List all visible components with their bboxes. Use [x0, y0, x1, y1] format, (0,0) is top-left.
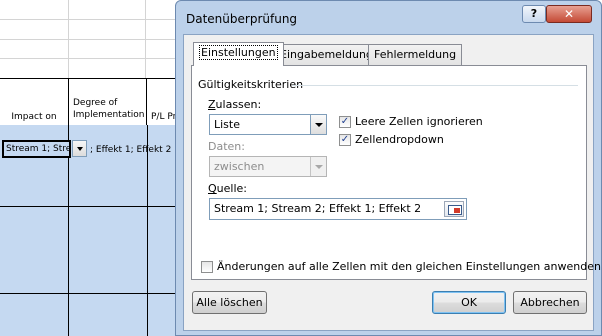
range-select-icon[interactable] [444, 201, 464, 217]
settings-panel: Gültigkeitskriterien Zulassen: Liste ✓ L… [191, 65, 587, 280]
grid-line [145, 0, 146, 78]
cell-dropdown-arrow[interactable] [72, 140, 87, 157]
allow-select-value: Liste [214, 118, 240, 131]
cell-border [147, 125, 148, 336]
data-select[interactable]: zwischen [209, 156, 327, 177]
data-select-value: zwischen [214, 160, 265, 173]
sheet-grid-top [0, 0, 175, 78]
in-cell-dropdown-checkbox[interactable]: ✓ [339, 134, 351, 146]
apply-all-checkbox[interactable] [201, 261, 213, 273]
grid-line [0, 39, 175, 40]
tab-settings[interactable]: Einstellungen [193, 42, 284, 66]
dialog-titlebar[interactable]: Datenüberprüfung ? ✕ [176, 1, 601, 35]
source-input[interactable]: Stream 1; Stream 2; Effekt 1; Effekt 2 [209, 198, 467, 220]
source-label: Quelle: [208, 182, 247, 195]
chevron-down-icon[interactable] [310, 115, 326, 134]
in-cell-dropdown-label[interactable]: Zellendropdown [355, 133, 444, 146]
criteria-group-label: Gültigkeitskriterien [198, 78, 304, 91]
cell-border [0, 293, 175, 294]
cell-border [0, 206, 175, 207]
apply-all-label[interactable]: Änderungen auf alle Zellen mit den gleic… [217, 260, 601, 273]
clear-all-button[interactable]: Alle löschen [192, 291, 267, 314]
tab-settings-label: Einstellungen [199, 45, 278, 60]
help-button[interactable]: ? [522, 5, 546, 23]
grid-line [0, 58, 175, 59]
tab-error-alert[interactable]: Fehlermeldung [368, 44, 463, 65]
group-divider [292, 85, 578, 86]
ignore-blank-checkbox[interactable]: ✓ [339, 116, 351, 128]
header-pl[interactable]: P/L Pr [147, 79, 176, 125]
header-impact-on[interactable]: Impact on [0, 79, 69, 125]
tab-input-message[interactable]: Eingabemeldung [274, 44, 379, 65]
allow-select[interactable]: Liste [209, 114, 327, 135]
ignore-blank-label[interactable]: Leere Zellen ignorieren [355, 115, 483, 128]
grid-line [0, 19, 175, 20]
grid-line [68, 0, 69, 78]
cell-overflow-text: ; Effekt 1; Effekt 2 [90, 145, 172, 155]
close-button[interactable]: ✕ [546, 5, 592, 23]
data-validation-dialog: Datenüberprüfung ? ✕ Einstellungen Einga… [175, 0, 602, 336]
active-cell[interactable]: Stream 1; Strea [2, 140, 71, 158]
allow-label: Zulassen: [208, 98, 262, 111]
dialog-body: Einstellungen Eingabemeldung Fehlermeldu… [183, 34, 601, 331]
ok-button[interactable]: OK [432, 291, 506, 314]
chevron-down-icon[interactable] [310, 157, 326, 176]
table-header-row: Impact on Degree of Implementation P/L P… [0, 78, 176, 126]
dialog-title: Datenüberprüfung [186, 12, 298, 26]
data-label: Daten: [208, 140, 245, 153]
source-input-value: Stream 1; Stream 2; Effekt 1; Effekt 2 [214, 202, 422, 215]
header-degree-of-implementation[interactable]: Degree of Implementation [69, 79, 147, 125]
cancel-button[interactable]: Abbrechen [513, 291, 587, 314]
